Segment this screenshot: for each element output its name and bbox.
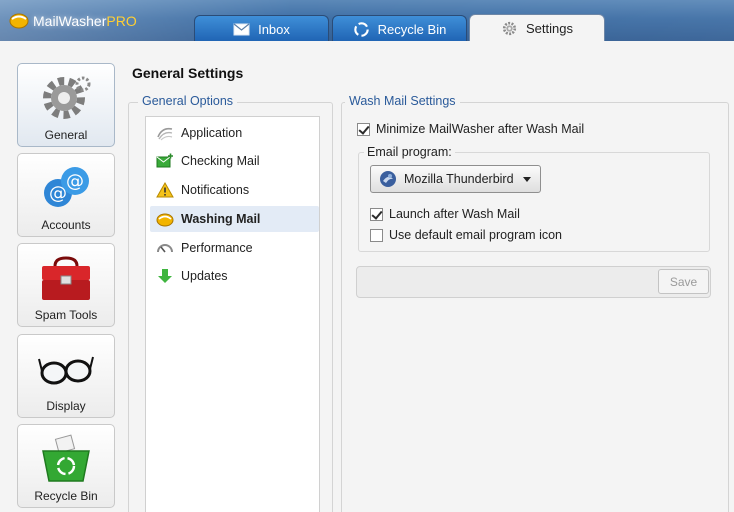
option-performance[interactable]: Performance xyxy=(150,235,319,261)
option-updates-label: Updates xyxy=(181,269,228,283)
tab-settings[interactable]: Settings xyxy=(469,14,605,41)
gear-icon xyxy=(502,21,517,35)
swirl-icon xyxy=(157,127,173,141)
wash-mail-settings-title: Wash Mail Settings xyxy=(345,94,460,108)
down-arrow-icon xyxy=(158,269,172,283)
default-icon-checkbox[interactable] xyxy=(370,228,383,242)
option-washing-mail[interactable]: Washing Mail xyxy=(150,206,319,232)
launch-after-wash-option[interactable]: Launch after Wash Mail xyxy=(370,207,520,221)
email-program-select[interactable]: Mozilla Thunderbird xyxy=(370,165,541,193)
mailwasher-logo-icon xyxy=(9,13,29,29)
tab-inbox-label: Inbox xyxy=(258,21,290,37)
settings-content: General @ @ Accounts Spam Tools Display xyxy=(0,41,734,512)
app-brand: MailWasher PRO xyxy=(9,12,137,29)
nav-spam-tools-label: Spam Tools xyxy=(34,308,98,322)
recycle-icon xyxy=(353,21,369,37)
page-title: General Settings xyxy=(132,65,244,81)
minimize-after-wash-label: Minimize MailWasher after Wash Mail xyxy=(376,122,585,136)
nav-accounts[interactable]: @ @ Accounts xyxy=(17,153,115,237)
option-updates[interactable]: Updates xyxy=(150,263,319,289)
warning-icon xyxy=(156,182,174,198)
envelope-icon xyxy=(233,23,250,35)
nav-display[interactable]: Display xyxy=(17,334,115,418)
general-options-title: General Options xyxy=(138,94,238,108)
gear-icon xyxy=(43,76,91,119)
option-application[interactable]: Application xyxy=(150,120,319,146)
nav-display-label: Display xyxy=(46,399,86,413)
minimize-after-wash-option[interactable]: Minimize MailWasher after Wash Mail xyxy=(357,122,584,136)
nav-recycle-bin-label: Recycle Bin xyxy=(34,489,98,503)
option-performance-label: Performance xyxy=(181,241,253,255)
svg-text:@: @ xyxy=(66,171,84,192)
wash-icon xyxy=(156,213,174,227)
save-button[interactable]: Save xyxy=(658,269,709,294)
toolbox-icon xyxy=(42,256,90,300)
email-program-value: Mozilla Thunderbird xyxy=(404,172,514,186)
default-icon-label: Use default email program icon xyxy=(389,228,562,242)
chevron-down-icon xyxy=(523,177,531,182)
tab-inbox[interactable]: Inbox xyxy=(194,15,329,42)
mail-check-icon xyxy=(156,153,173,168)
email-program-label: Email program: xyxy=(364,145,455,159)
app-edition: PRO xyxy=(106,12,137,29)
default-icon-option[interactable]: Use default email program icon xyxy=(370,228,562,242)
nav-spam-tools[interactable]: Spam Tools xyxy=(17,243,115,327)
tab-recycle-bin-label: Recycle Bin xyxy=(377,21,447,37)
thunderbird-icon xyxy=(380,171,396,187)
recycle-basket-icon xyxy=(42,434,90,482)
option-application-label: Application xyxy=(181,126,243,140)
tab-settings-label: Settings xyxy=(526,20,573,36)
minimize-after-wash-checkbox[interactable] xyxy=(357,122,370,136)
option-washing-mail-label: Washing Mail xyxy=(181,212,261,226)
nav-recycle-bin[interactable]: Recycle Bin xyxy=(17,424,115,508)
nav-accounts-label: Accounts xyxy=(41,218,91,232)
launch-after-wash-checkbox[interactable] xyxy=(370,207,383,221)
general-options-list: Application Checking Mail Notifications xyxy=(145,116,320,512)
nav-general-label: General xyxy=(44,128,88,142)
option-checking-mail[interactable]: Checking Mail xyxy=(150,148,319,174)
launch-after-wash-label: Launch after Wash Mail xyxy=(389,207,520,221)
nav-general[interactable]: General xyxy=(17,63,115,147)
glasses-icon xyxy=(38,356,94,385)
app-name: MailWasher xyxy=(33,12,107,29)
at-sign-icon: @ @ xyxy=(44,167,89,207)
svg-text:@: @ xyxy=(49,183,67,204)
option-checking-mail-label: Checking Mail xyxy=(181,154,260,168)
option-notifications[interactable]: Notifications xyxy=(150,177,319,203)
option-notifications-label: Notifications xyxy=(181,183,250,197)
gauge-icon xyxy=(157,244,173,253)
tab-recycle-bin[interactable]: Recycle Bin xyxy=(332,15,467,42)
